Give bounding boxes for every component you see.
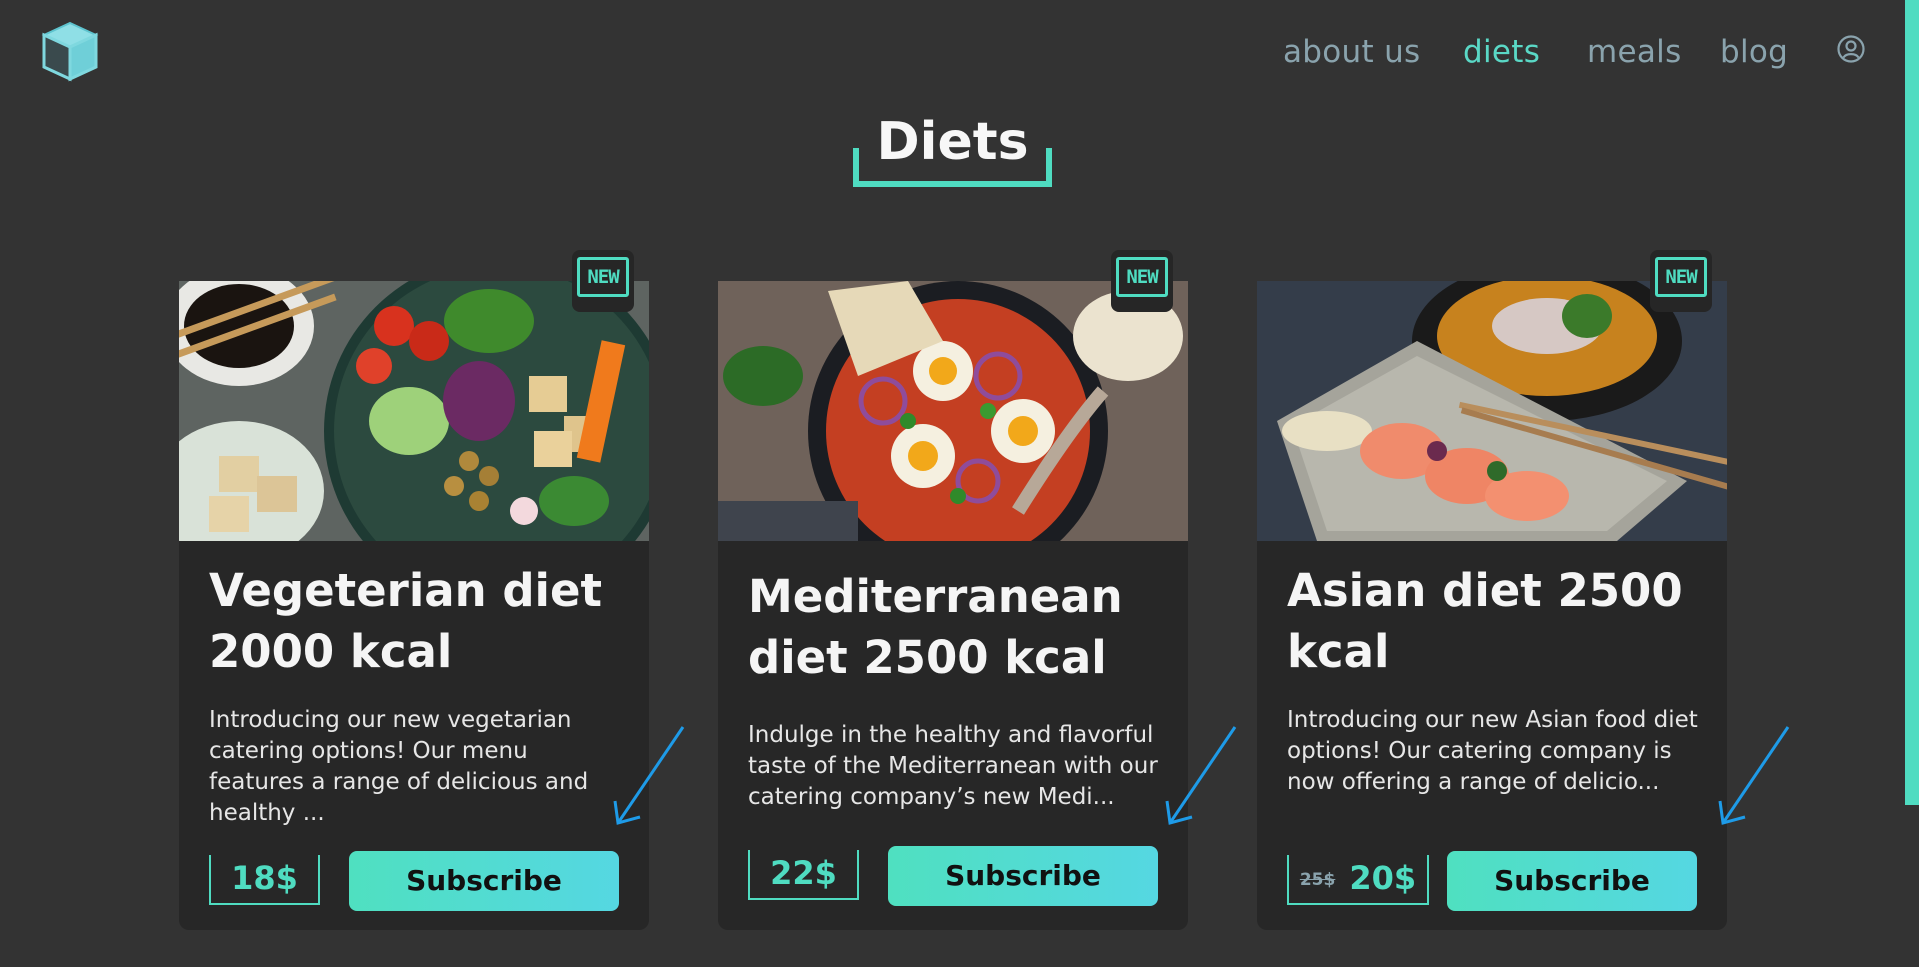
diet-image-asian (1257, 281, 1727, 541)
price-value: 22$ (770, 854, 837, 892)
page-title: Diets (876, 112, 1029, 172)
new-badge-label: NEW (1655, 257, 1707, 297)
annotation-arrow-icon (613, 726, 685, 825)
price-value: 18$ (231, 859, 298, 897)
annotation-arrow-icon (1165, 726, 1237, 825)
diet-image-vegetarian (179, 281, 649, 541)
price-box: 18$ (209, 855, 320, 905)
page-title-block: Diets (853, 110, 1052, 190)
subscribe-button[interactable]: Subscribe (1447, 851, 1697, 911)
price-box: 22$ (748, 850, 859, 900)
price-value: 20$ (1349, 859, 1417, 897)
card-description: Indulge in the healthy and flavorful tas… (748, 722, 1158, 810)
new-badge-label: NEW (577, 257, 629, 297)
nav-link-about-us[interactable]: about us (1283, 34, 1421, 70)
card-title: Mediterranean diet 2500 kcal (748, 570, 1123, 684)
new-badge: NEW (572, 250, 634, 312)
new-badge-label: NEW (1116, 257, 1168, 297)
user-account-icon[interactable] (1836, 34, 1866, 64)
main-nav: about us diets meals blog (0, 28, 1919, 72)
diet-card-mediterranean: NEW Mediterranean diet 2500 kcal Indulge… (718, 250, 1188, 930)
card-title: Asian diet 2500 kcal (1287, 564, 1683, 678)
nav-link-blog[interactable]: blog (1720, 34, 1788, 70)
annotation-arrow-icon (1718, 726, 1790, 825)
card-description: Introducing our new vegetarian catering … (209, 707, 589, 826)
new-badge: NEW (1650, 250, 1712, 312)
nav-link-diets[interactable]: diets (1463, 34, 1540, 70)
new-badge: NEW (1111, 250, 1173, 312)
card-description: Introducing our new Asian food diet opti… (1287, 707, 1698, 795)
price-box: 25$ 20$ (1287, 855, 1429, 905)
old-price: 25$ (1299, 870, 1336, 890)
card-title: Vegeterian diet 2000 kcal (209, 564, 603, 678)
scrollbar-thumb[interactable] (1905, 0, 1919, 805)
nav-link-meals[interactable]: meals (1587, 34, 1682, 70)
subscribe-button[interactable]: Subscribe (888, 846, 1158, 906)
diet-image-mediterranean (718, 281, 1188, 541)
diet-card-vegetarian: NEW Vegeterian diet 2000 kcal Introducin… (179, 250, 649, 930)
subscribe-button[interactable]: Subscribe (349, 851, 619, 911)
diet-card-asian: NEW Asian diet 2500 kcal Introducing our… (1257, 250, 1727, 930)
